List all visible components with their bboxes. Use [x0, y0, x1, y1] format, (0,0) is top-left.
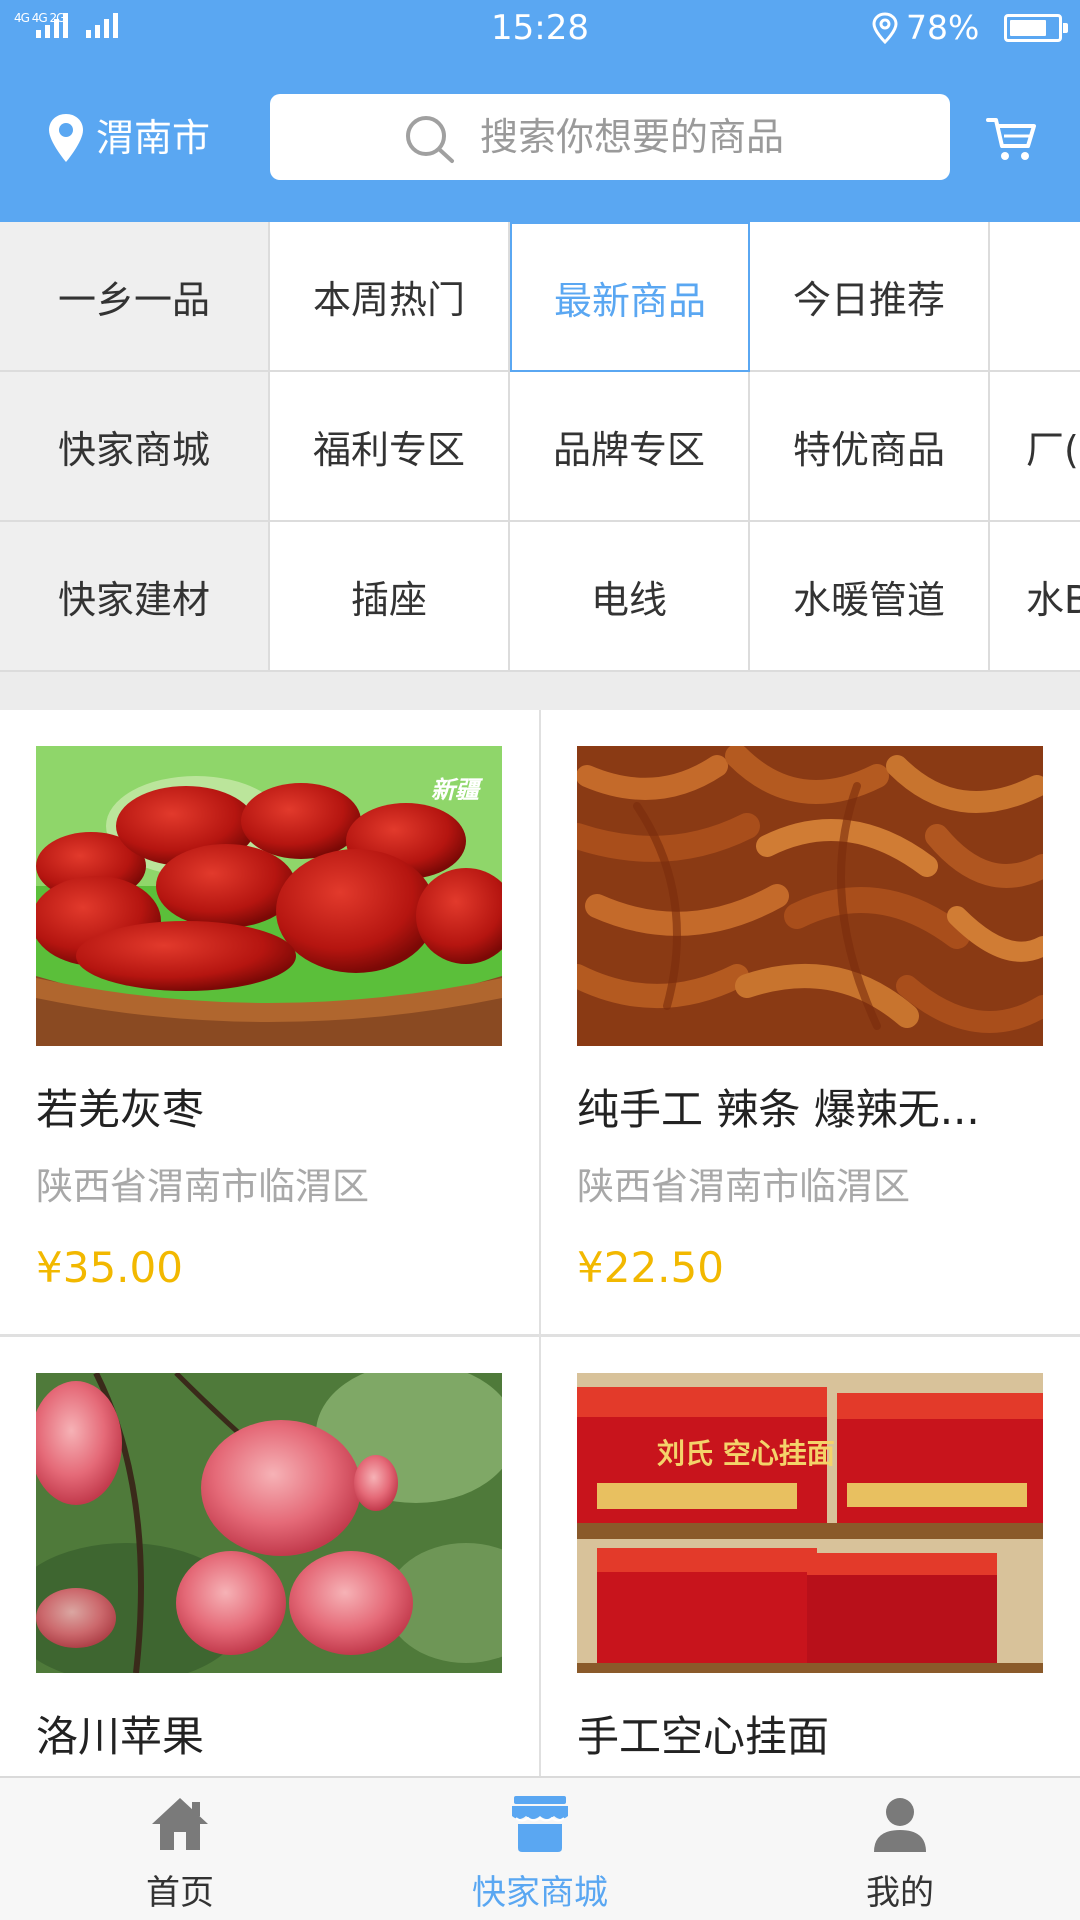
user-icon — [874, 1798, 926, 1852]
category-item[interactable]: 品牌专区 — [510, 372, 750, 522]
product-card[interactable]: 新疆 若羌灰枣 陕西省渭南市临渭区 ¥35.00 — [0, 710, 539, 1334]
product-name: 纯手工 辣条 爆辣无... — [577, 1085, 980, 1134]
category-item[interactable]: 水暖管道 — [750, 522, 990, 672]
product-name: 洛川苹果 — [36, 1712, 205, 1761]
tab-store[interactable]: 快家商城 — [360, 1778, 720, 1920]
category-item[interactable]: 本周热门 — [270, 222, 510, 372]
category-item[interactable]: 水B — [990, 522, 1080, 672]
product-address: 陕西省渭南市临渭区 — [577, 1165, 910, 1208]
search-bar[interactable]: 搜索你想要的商品 — [270, 94, 950, 180]
location-status-icon — [872, 12, 898, 44]
tab-label: 我的 — [866, 1873, 934, 1913]
category-item[interactable]: 特优商品 — [750, 372, 990, 522]
spicy-strips-photo — [577, 746, 1043, 1046]
category-grid: 一乡一品 本周热门 最新商品 今日推荐快家商城 福利专区 品牌专区 特优商品 厂( 快家建材 插座… — [0, 222, 1080, 672]
product-list: 新疆 若羌灰枣 陕西省渭南市临渭区 ¥35.00 纯手工 辣条 爆辣无... 陕… — [0, 710, 1080, 1776]
product-price: ¥22.50 — [577, 1243, 724, 1292]
category-item[interactable]: 插座 — [270, 522, 510, 672]
category-item[interactable]: 福利专区 — [270, 372, 510, 522]
bottom-tab-bar: 首页 快家商城 我的 — [0, 1776, 1080, 1920]
product-card[interactable]: 洛川苹果 — [0, 1337, 539, 1776]
product-name: 手工空心挂面 — [577, 1712, 830, 1761]
city-selector[interactable]: 渭南市 — [96, 114, 210, 162]
battery-icon — [1004, 14, 1068, 42]
red-dates-photo: 新疆 — [36, 746, 502, 1046]
category-item[interactable] — [990, 222, 1080, 372]
search-placeholder: 搜索你想要的商品 — [480, 115, 785, 159]
tab-label: 快家商城 — [472, 1873, 608, 1913]
tab-home[interactable]: 首页 — [0, 1778, 360, 1920]
product-address: 陕西省渭南市临渭区 — [36, 1165, 369, 1208]
category-item[interactable]: 电线 — [510, 522, 750, 672]
store-icon — [512, 1796, 568, 1852]
search-icon — [406, 116, 454, 163]
category-item[interactable]: 快家建材 — [0, 522, 270, 672]
category-item[interactable]: 一乡一品 — [0, 222, 270, 372]
product-card[interactable]: 刘氏 空心挂面 手工空心挂面 — [541, 1337, 1080, 1776]
category-item[interactable]: 快家商城 — [0, 372, 270, 522]
battery-fill — [1010, 20, 1046, 36]
home-icon — [152, 1798, 208, 1850]
category-item[interactable]: 厂( — [990, 372, 1080, 522]
category-item[interactable]: 今日推荐 — [750, 222, 990, 372]
noodle-box-text: 刘氏 空心挂面 — [657, 1437, 835, 1470]
product-name: 若羌灰枣 — [36, 1085, 205, 1134]
tab-label: 首页 — [146, 1873, 214, 1913]
product-card[interactable]: 纯手工 辣条 爆辣无... 陕西省渭南市临渭区 ¥22.50 — [541, 710, 1080, 1334]
category-item[interactable]: 最新商品 — [510, 222, 750, 372]
battery-percent: 78% — [906, 8, 980, 47]
tab-me[interactable]: 我的 — [720, 1778, 1080, 1920]
location-pin-icon[interactable] — [46, 112, 86, 164]
app-header: 渭南市 搜索你想要的商品 — [0, 56, 1080, 222]
status-bar: 4G 4G 2G 15:28 78% — [0, 0, 1080, 56]
noodle-boxes-photo: 刘氏 空心挂面 — [577, 1373, 1043, 1673]
apples-photo — [36, 1373, 502, 1673]
product-price: ¥35.00 — [36, 1243, 183, 1292]
red-dates-photo-text: 新疆 — [431, 776, 483, 804]
cart-icon[interactable] — [986, 114, 1038, 164]
